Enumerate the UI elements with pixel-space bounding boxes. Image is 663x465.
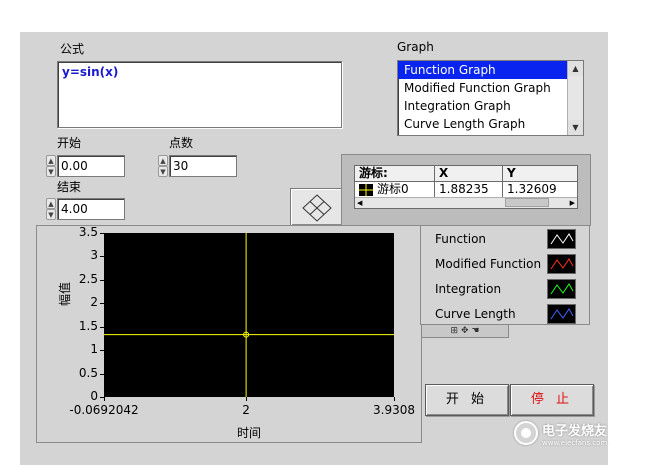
zoom-icon[interactable]: ⊞ <box>451 326 459 336</box>
start-label: 开始 <box>57 136 82 150</box>
formula-input[interactable]: y=sin(x) <box>57 61 342 128</box>
legend-swatch-modified[interactable] <box>547 254 576 274</box>
decrement-icon[interactable]: ▼ <box>46 209 56 220</box>
increment-icon[interactable]: ▲ <box>46 198 56 209</box>
end-stepper[interactable]: ▲ ▼ <box>46 198 56 220</box>
start-button[interactable]: 开 始 <box>425 384 509 416</box>
stop-button[interactable]: 停 止 <box>510 384 594 416</box>
x-tick-mark <box>246 397 248 401</box>
legend-label-modified: Modified Function <box>435 257 542 271</box>
end-label: 结束 <box>57 180 82 194</box>
graph-option-curve-length[interactable]: Curve Length Graph <box>398 115 567 133</box>
watermark-title: 电子发烧友 <box>542 423 608 439</box>
scroll-right-icon[interactable]: ▶ <box>570 199 575 207</box>
y-tick-label: 2 <box>90 295 98 310</box>
graph-select-scrollbar[interactable]: ▲ ▼ <box>567 61 583 135</box>
x-tick-label: 2 <box>242 403 250 417</box>
x-tick-label: 3.9308 <box>373 403 415 417</box>
y-tick-mark <box>100 303 104 305</box>
legend-swatch-integration[interactable] <box>547 279 576 299</box>
x-axis-title: 时间 <box>237 426 262 440</box>
decrement-icon[interactable]: ▼ <box>46 166 56 177</box>
y-tick-mark <box>100 373 104 375</box>
y-tick-mark <box>100 256 104 258</box>
cursor-legend: 游标: X Y 游标0 1.88235 1.32609 ◀ ▶ <box>341 154 591 226</box>
graph-option-integration[interactable]: Integration Graph <box>398 97 567 115</box>
formula-label: 公式 <box>60 42 85 56</box>
cursor-header-x: X <box>435 166 503 181</box>
x-tick-label: -0.0692042 <box>69 403 139 417</box>
legend-label-integration: Integration <box>435 282 502 296</box>
cursor-header-name: 游标: <box>355 166 435 181</box>
y-tick-label: 2.5 <box>78 271 98 286</box>
points-stepper[interactable]: ▲ ▼ <box>158 155 168 177</box>
y-tick-label: 0 <box>90 389 98 403</box>
scroll-up-icon[interactable]: ▲ <box>568 61 583 76</box>
increment-icon[interactable]: ▲ <box>46 155 56 166</box>
plot-area[interactable] <box>104 233 394 397</box>
x-tick-mark <box>104 397 105 401</box>
cursor-y-value: 1.32609 <box>507 182 557 196</box>
points-input[interactable]: 30 <box>169 155 237 177</box>
y-tick-mark <box>100 233 104 234</box>
cursor-x-value: 1.88235 <box>435 182 503 197</box>
scroll-left-icon[interactable]: ◀ <box>357 199 362 207</box>
cursor-mover-button[interactable] <box>290 188 344 226</box>
graph-palette[interactable]: ⊞ ✥ ☚ <box>421 324 509 338</box>
y-tick-label: 3 <box>90 248 98 263</box>
pan-icon[interactable]: ✥ <box>461 326 469 336</box>
legend-label-function: Function <box>435 232 487 246</box>
scroll-thumb[interactable] <box>505 198 549 207</box>
increment-icon[interactable]: ▲ <box>158 155 168 166</box>
y-tick-label: 3.5 <box>78 225 98 239</box>
points-label: 点数 <box>169 136 194 150</box>
decrement-icon[interactable]: ▼ <box>158 166 168 177</box>
elecfans-logo-icon <box>514 421 538 445</box>
graph-option-modified[interactable]: Modified Function Graph <box>398 79 567 97</box>
cursor-table: 游标: X Y 游标0 1.88235 1.32609 ◀ ▶ <box>354 165 578 209</box>
scroll-down-icon[interactable]: ▼ <box>568 120 583 135</box>
graph-select-listbox[interactable]: Function Graph Modified Function Graph I… <box>397 60 584 136</box>
plot-legend[interactable]: Function Modified Function Integration C… <box>420 225 590 325</box>
watermark: 电子发烧友 www.elecfans.com <box>514 418 607 448</box>
cursor-crosshair-icon <box>359 183 373 196</box>
start-stepper[interactable]: ▲ ▼ <box>46 155 56 177</box>
start-input[interactable]: 0.00 <box>57 155 125 177</box>
graph-select-label: Graph <box>397 40 434 54</box>
legend-swatch-curve-length[interactable] <box>547 304 576 324</box>
end-input[interactable]: 4.00 <box>57 198 125 220</box>
y-tick-label: 0.5 <box>78 365 98 380</box>
graph-option-function[interactable]: Function Graph <box>398 61 567 79</box>
table-row[interactable]: 游标0 1.88235 1.32609 <box>355 182 577 198</box>
y-tick-mark <box>100 326 104 328</box>
plot-svg <box>104 233 394 397</box>
watermark-subtitle: www.elecfans.com <box>542 438 608 447</box>
x-tick-mark <box>394 397 395 401</box>
hand-icon[interactable]: ☚ <box>471 326 479 336</box>
y-tick-mark <box>100 350 104 352</box>
cursor-table-scrollbar[interactable]: ◀ ▶ <box>355 197 577 208</box>
cursor-header-y: Y <box>507 166 516 180</box>
cursor-name: 游标0 <box>377 182 409 196</box>
y-tick-mark <box>100 279 104 281</box>
cursor-diamond-icon <box>302 194 332 222</box>
legend-swatch-function[interactable] <box>547 229 576 249</box>
y-axis-title: 幅值 <box>58 281 72 306</box>
y-tick-label: 1 <box>90 342 98 357</box>
legend-label-curve-length: Curve Length <box>435 307 516 321</box>
y-tick-label: 1.5 <box>78 318 98 333</box>
